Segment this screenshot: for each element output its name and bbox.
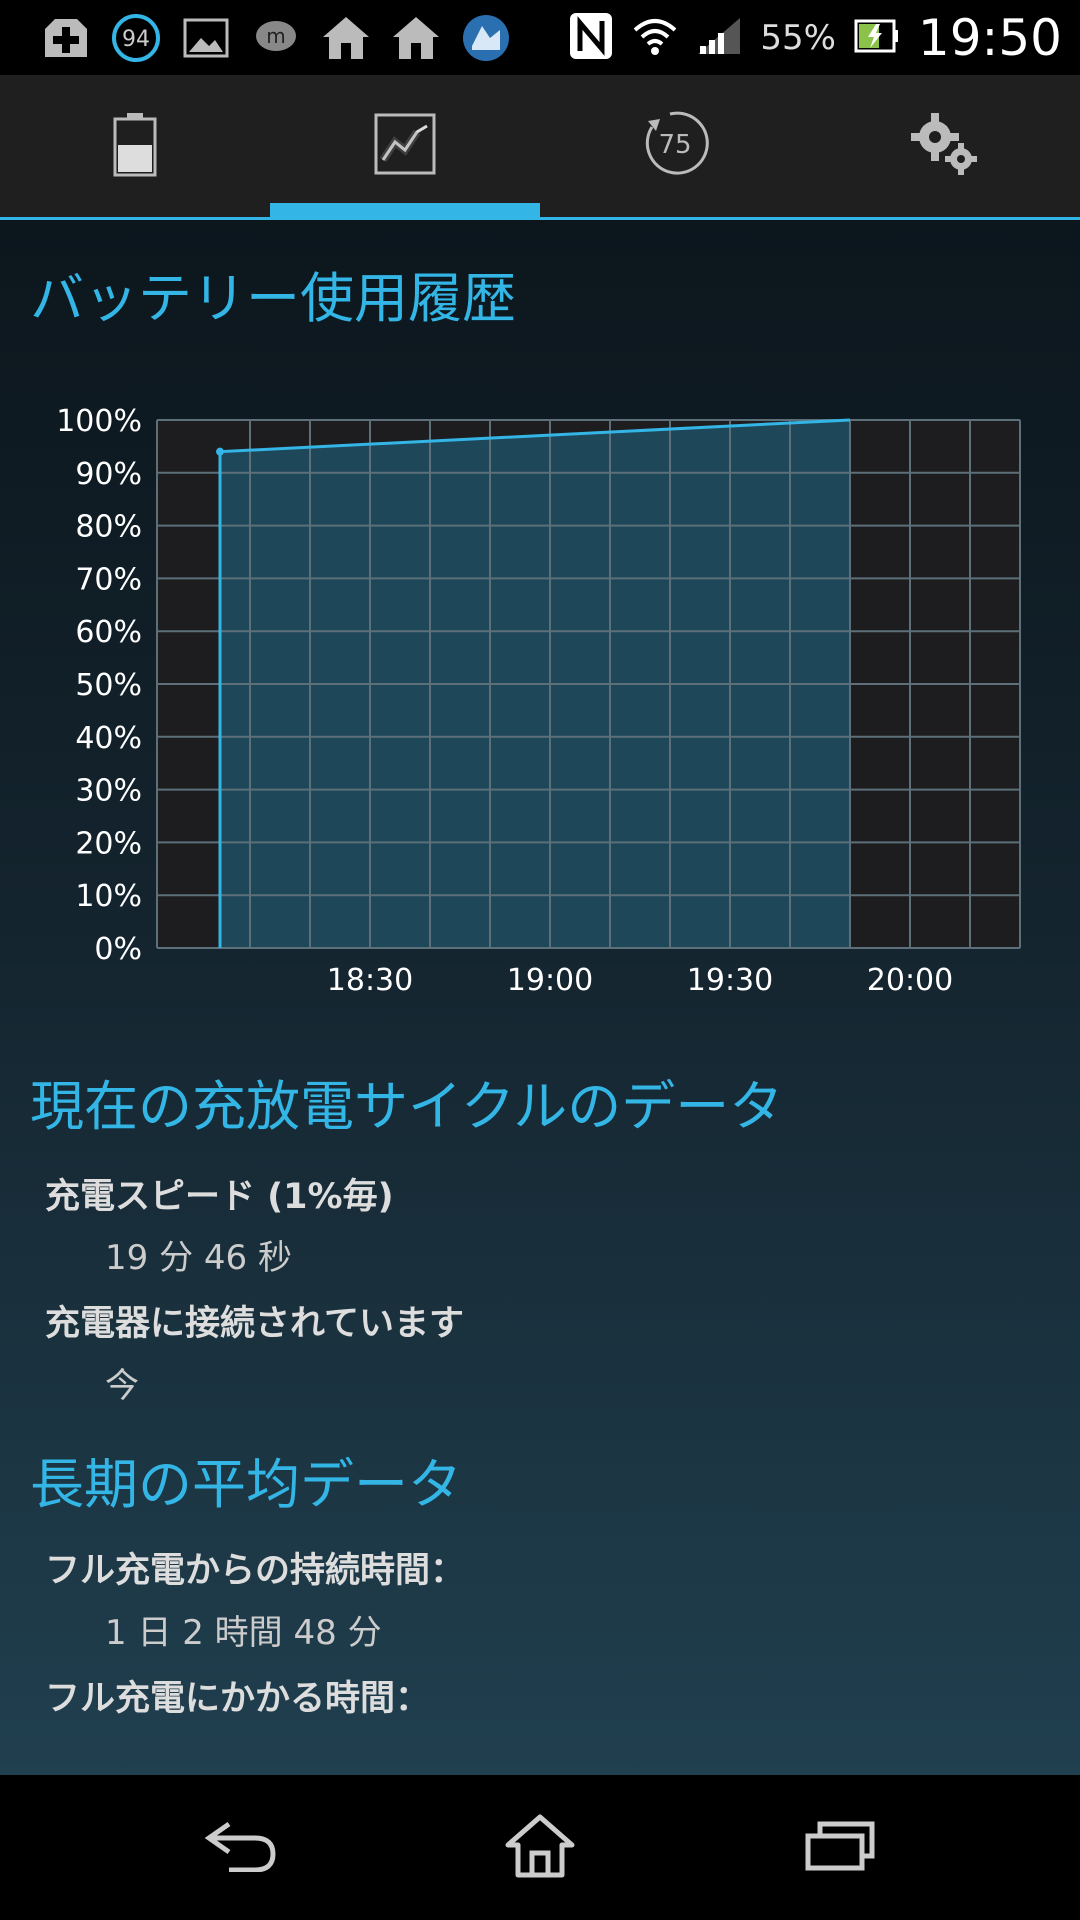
duration-label: フル充電からの持続時間： bbox=[45, 1551, 466, 1591]
tab-battery[interactable] bbox=[0, 75, 270, 217]
nfc-icon bbox=[568, 11, 614, 65]
connected-label: 充電器に接続されています bbox=[45, 1304, 464, 1344]
charge-speed-value: 19 分 46 秒 bbox=[105, 1238, 292, 1278]
y-tick-label: 30% bbox=[75, 774, 142, 809]
history-title: バッテリー使用履歴 bbox=[30, 267, 516, 330]
medical-plus-icon bbox=[40, 12, 92, 64]
full-charge-label: フル充電にかかる時間： bbox=[45, 1679, 431, 1719]
main-content[interactable]: バッテリー使用履歴 100% 90% 80% 70% 60% 50% 40% 30% 20% 10… bbox=[0, 220, 1080, 1775]
svg-text:m: m bbox=[266, 24, 285, 48]
x-tick-label: 20:00 bbox=[867, 963, 953, 998]
home-button[interactable] bbox=[480, 1775, 600, 1920]
battery-icon bbox=[113, 111, 157, 181]
gauge-icon: 75 bbox=[640, 109, 710, 183]
status-bar: 94 m 55% 19:50 bbox=[0, 0, 1080, 75]
connected-value: 今 bbox=[105, 1366, 139, 1406]
cycle-title: 現在の充放電サイクルのデータ bbox=[30, 1075, 784, 1138]
recents-icon bbox=[804, 1820, 876, 1876]
svg-text:94: 94 bbox=[122, 27, 150, 52]
tab-bar: 75 bbox=[0, 75, 1080, 220]
battery-history-chart: 100% 90% 80% 70% 60% 50% 40% 30% 20% 10% 0% 18:30 19… bbox=[56, 404, 1021, 998]
line-chart-icon bbox=[373, 112, 437, 180]
x-tick-label: 19:30 bbox=[687, 963, 773, 998]
battery-charging-icon bbox=[854, 19, 900, 57]
chat-bubble-icon: m bbox=[250, 12, 302, 64]
tab-history[interactable] bbox=[270, 75, 540, 217]
navigation-bar bbox=[0, 1775, 1080, 1920]
y-tick-label: 50% bbox=[75, 668, 142, 703]
signal-icon bbox=[696, 16, 742, 60]
home-icon bbox=[320, 12, 372, 64]
home-icon bbox=[390, 12, 442, 64]
y-tick-label: 60% bbox=[75, 615, 142, 650]
x-tick-label: 18:30 bbox=[327, 963, 413, 998]
y-tick-label: 20% bbox=[75, 826, 142, 861]
image-icon bbox=[180, 12, 232, 64]
average-title: 長期の平均データ bbox=[30, 1453, 462, 1516]
gears-icon bbox=[909, 111, 981, 181]
app-icon bbox=[460, 12, 512, 64]
tab-settings[interactable] bbox=[810, 75, 1080, 217]
ring-94-icon: 94 bbox=[110, 12, 162, 64]
y-tick-label: 80% bbox=[75, 510, 142, 545]
charge-speed-label: 充電スピード (1%毎) bbox=[45, 1177, 394, 1217]
home-icon bbox=[504, 1813, 576, 1883]
back-button[interactable] bbox=[180, 1775, 300, 1920]
y-tick-label: 90% bbox=[75, 457, 142, 492]
wifi-icon bbox=[632, 16, 678, 60]
y-tick-label: 100% bbox=[56, 404, 142, 439]
clock: 19:50 bbox=[917, 9, 1062, 67]
y-tick-label: 70% bbox=[75, 562, 142, 597]
y-tick-label: 10% bbox=[75, 879, 142, 914]
chart-data-point bbox=[216, 447, 224, 456]
y-tick-label: 40% bbox=[75, 721, 142, 756]
x-tick-label: 19:00 bbox=[507, 963, 593, 998]
battery-percent: 55% bbox=[760, 18, 836, 58]
duration-value: 1 日 2 時間 48 分 bbox=[105, 1613, 382, 1653]
recents-button[interactable] bbox=[780, 1775, 900, 1920]
y-tick-label: 0% bbox=[94, 932, 142, 967]
back-icon bbox=[203, 1820, 277, 1876]
tab-speed[interactable]: 75 bbox=[540, 75, 810, 217]
svg-text:75: 75 bbox=[658, 130, 691, 160]
